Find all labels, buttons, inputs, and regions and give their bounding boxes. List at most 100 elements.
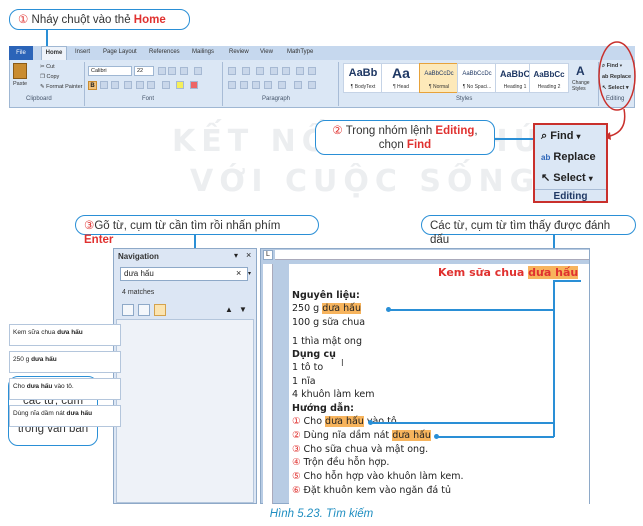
step-number: ⑥ — [292, 485, 301, 496]
tab-references[interactable]: References — [149, 49, 180, 55]
paste-button[interactable]: Paste — [13, 81, 27, 87]
search-result-item[interactable]: Kem sữa chua dưa hấu — [9, 324, 121, 346]
connector-line — [390, 309, 554, 311]
doc-line: 4 khuôn làm kem — [292, 389, 375, 400]
figure-caption: Hình 5.23. Tìm kiếm — [269, 508, 374, 520]
previous-result-icon[interactable]: ▲ — [225, 305, 233, 314]
underline-icon[interactable] — [111, 81, 119, 89]
watermark-line-2: VỚI CUỘC SỐNG — [190, 164, 541, 199]
search-result-item[interactable]: Dùng nĩa dầm nát dưa hấu — [9, 405, 121, 427]
align-left-icon[interactable] — [228, 81, 236, 89]
result-text: Cho — [13, 383, 27, 390]
select-button[interactable]: ↖ Select ▾ — [541, 171, 593, 184]
decrease-indent-icon[interactable] — [270, 67, 278, 75]
subscript-icon[interactable] — [136, 81, 144, 89]
copy-button[interactable]: ❐ Copy — [40, 74, 59, 80]
replace-button[interactable]: ab Replace — [541, 151, 596, 163]
tab-selector-icon[interactable]: L — [263, 250, 273, 260]
increase-indent-icon[interactable] — [282, 67, 290, 75]
chevron-down-icon: ▾ — [576, 132, 581, 141]
result-text: vào tô. — [52, 383, 74, 390]
change-styles-button[interactable]: Change Styles — [572, 80, 596, 92]
results-view-icon[interactable] — [154, 304, 166, 316]
change-styles-icon[interactable]: A — [576, 64, 585, 78]
ribbon-tabs: File Home Insert Page Layout References … — [9, 46, 635, 60]
style-no-spacing[interactable]: AaBbCcDc ¶ No Spaci... — [457, 63, 497, 93]
style-heading-2[interactable]: AaBbCc Heading 2 — [529, 63, 569, 93]
tab-insert[interactable]: Insert — [75, 49, 90, 55]
close-icon[interactable]: × — [246, 250, 251, 260]
superscript-icon[interactable] — [147, 81, 155, 89]
horizontal-ruler[interactable] — [275, 250, 589, 260]
search-result-item[interactable]: Cho dưa hấu vào tô. — [9, 378, 121, 400]
callout-key: Find — [406, 139, 432, 151]
clear-format-icon[interactable] — [194, 67, 202, 75]
font-color-icon[interactable] — [190, 81, 198, 89]
borders-icon[interactable] — [308, 81, 316, 89]
highlight-match: dưa hấu — [325, 416, 364, 427]
bullets-icon[interactable] — [228, 67, 236, 75]
tab-view[interactable]: View — [260, 49, 273, 55]
style-head[interactable]: Aa ¶ Head — [381, 63, 421, 93]
numbering-icon[interactable] — [242, 67, 250, 75]
find-label: Find — [550, 130, 574, 142]
grow-font-icon[interactable] — [158, 67, 166, 75]
tab-home[interactable]: Home — [41, 46, 67, 60]
next-result-icon[interactable]: ▼ — [239, 305, 247, 314]
clear-search-icon[interactable]: × — [236, 268, 241, 278]
format-painter-button[interactable]: ✎ Format Painter — [40, 84, 83, 90]
tab-mathtype[interactable]: MathType — [287, 49, 313, 55]
line-spacing-icon[interactable] — [278, 81, 286, 89]
callout-text: Gõ từ, cụm từ cần tìm rồi nhấn phím — [94, 220, 281, 232]
tab-review[interactable]: Review — [229, 49, 249, 55]
align-right-icon[interactable] — [252, 81, 260, 89]
pane-options-icon[interactable]: ▾ — [234, 251, 238, 260]
justify-icon[interactable] — [264, 81, 272, 89]
vertical-ruler[interactable] — [263, 264, 273, 504]
search-result-item[interactable]: 250 g dưa hấu — [9, 351, 121, 373]
replace-label: Replace — [553, 151, 596, 163]
headings-view-icon[interactable] — [122, 304, 134, 316]
shading-icon[interactable] — [294, 81, 302, 89]
callout-key: Enter — [84, 234, 114, 246]
style-preview: Aa — [392, 65, 410, 81]
navigation-title: Navigation — [118, 252, 159, 261]
search-dropdown-icon[interactable]: ▾ — [248, 270, 251, 277]
pages-view-icon[interactable] — [138, 304, 150, 316]
step-number: ① — [18, 14, 29, 26]
shrink-font-icon[interactable] — [168, 67, 176, 75]
group-label-font: Font — [142, 96, 155, 102]
doc-line: 1 nĩa — [292, 376, 316, 387]
tab-file[interactable]: File — [9, 46, 33, 60]
search-value: dưa hấu — [124, 269, 154, 278]
text-effects-icon[interactable] — [162, 81, 170, 89]
style-normal[interactable]: AaBbCcDc ¶ Normal — [419, 63, 459, 93]
highlight-color-icon[interactable] — [176, 81, 184, 89]
strikethrough-icon[interactable] — [124, 81, 132, 89]
font-name-select[interactable]: Calibri — [88, 66, 132, 76]
style-label: ¶ Normal — [428, 84, 450, 90]
style-bodytext[interactable]: AaBb ¶ BodyText — [343, 63, 383, 93]
search-input[interactable]: dưa hấu — [120, 267, 248, 281]
find-button[interactable]: ⌕ Find ▾ — [541, 130, 581, 143]
bold-icon[interactable]: B — [88, 81, 97, 90]
multilevel-list-icon[interactable] — [256, 67, 264, 75]
italic-icon[interactable] — [100, 81, 108, 89]
replace-icon: ab — [541, 153, 551, 162]
sort-icon[interactable] — [296, 67, 304, 75]
change-case-icon[interactable] — [180, 67, 188, 75]
callout-text: Trong nhóm lệnh — [342, 125, 436, 137]
step-line: ③ Cho sữa chua và mật ong. — [292, 444, 428, 455]
show-hide-icon[interactable] — [308, 67, 316, 75]
connector-dot — [434, 434, 439, 439]
group-divider — [84, 62, 85, 106]
divider — [535, 189, 606, 190]
tab-page-layout[interactable]: Page Layout — [103, 49, 137, 55]
tab-mailings[interactable]: Mailings — [192, 49, 214, 55]
style-preview: AaBb — [348, 67, 378, 79]
font-size-select[interactable]: 22 — [134, 66, 154, 76]
cut-button[interactable]: ✂ Cut — [40, 64, 55, 70]
highlight-match: dưa hấu — [322, 303, 361, 314]
align-center-icon[interactable] — [240, 81, 248, 89]
paste-icon[interactable] — [13, 63, 27, 79]
